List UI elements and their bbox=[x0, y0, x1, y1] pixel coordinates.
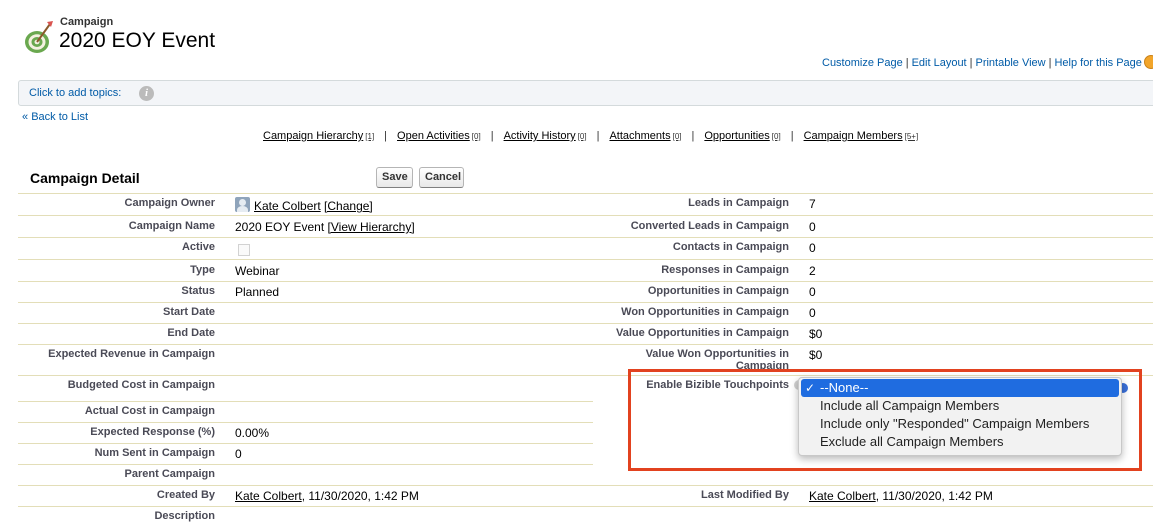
last-modified-link[interactable]: Kate Colbert bbox=[809, 489, 876, 503]
row-divider bbox=[18, 401, 593, 402]
row-divider bbox=[18, 422, 593, 423]
responses-label: Responses in Campaign bbox=[661, 264, 789, 276]
page-links: Customize Page | Edit Layout | Printable Vie… bbox=[822, 57, 1142, 69]
contacts-value: 0 bbox=[809, 241, 816, 255]
row-divider bbox=[18, 237, 1153, 238]
contacts-label: Contacts in Campaign bbox=[672, 241, 789, 253]
printable-view-link[interactable]: Printable View bbox=[975, 57, 1045, 69]
campaign-name-label: Campaign Name bbox=[128, 220, 215, 232]
parent-campaign-label: Parent Campaign bbox=[124, 468, 215, 480]
expected-response-value: 0.00% bbox=[235, 426, 270, 440]
budgeted-cost-label: Budgeted Cost in Campaign bbox=[67, 379, 215, 391]
view-hierarchy-link[interactable]: [View Hierarchy] bbox=[328, 220, 415, 234]
actual-cost-label: Actual Cost in Campaign bbox=[84, 405, 215, 417]
active-label: Active bbox=[181, 241, 215, 253]
end-date-label: End Date bbox=[167, 327, 215, 339]
num-sent-label: Num Sent in Campaign bbox=[94, 447, 215, 459]
last-modified-value: Kate Colbert, 11/30/2020, 1:42 PM bbox=[809, 489, 993, 503]
dropdown-option-none[interactable]: ✓ --None-- bbox=[801, 379, 1119, 397]
owner-link[interactable]: Kate Colbert bbox=[254, 199, 321, 213]
row-divider bbox=[18, 215, 1153, 216]
value-opportunities-value: $0 bbox=[809, 327, 823, 341]
campaign-owner-value: Kate Colbert [Change] bbox=[254, 199, 373, 213]
expected-response-label: Expected Response (%) bbox=[90, 426, 215, 438]
related-link-open-activities[interactable]: Open Activities bbox=[397, 130, 470, 142]
row-divider bbox=[18, 485, 1153, 486]
customize-page-link[interactable]: Customize Page bbox=[822, 57, 903, 69]
related-link-opportunities[interactable]: Opportunities bbox=[704, 130, 769, 142]
bizible-touchpoints-dropdown[interactable]: ✓ --None-- Include all Campaign Members I… bbox=[798, 377, 1122, 456]
object-type-label: Campaign bbox=[60, 16, 114, 28]
edit-layout-link[interactable]: Edit Layout bbox=[912, 57, 967, 69]
checkmark-icon: ✓ bbox=[805, 381, 816, 395]
row-divider bbox=[18, 344, 1153, 345]
dropdown-option-include-all[interactable]: Include all Campaign Members bbox=[799, 397, 1121, 415]
active-checkbox bbox=[238, 244, 250, 256]
row-divider bbox=[18, 323, 1153, 324]
won-opportunities-value: 0 bbox=[809, 306, 816, 320]
leads-value: 7 bbox=[809, 197, 816, 211]
campaign-owner-label: Campaign Owner bbox=[124, 197, 215, 209]
converted-leads-label: Converted Leads in Campaign bbox=[630, 220, 789, 232]
last-modified-label: Last Modified By bbox=[700, 489, 789, 501]
num-sent-value: 0 bbox=[235, 447, 242, 461]
row-divider bbox=[18, 193, 1153, 194]
help-link[interactable]: Help for this Page bbox=[1054, 57, 1141, 69]
opportunities-value: 0 bbox=[809, 285, 816, 299]
row-divider bbox=[18, 506, 1153, 507]
dropdown-option-exclude-all[interactable]: Exclude all Campaign Members bbox=[799, 433, 1121, 451]
change-owner-link[interactable]: [Change] bbox=[324, 199, 373, 213]
info-icon[interactable]: i bbox=[139, 86, 154, 101]
value-opportunities-label: Value Opportunities in Campaign bbox=[616, 327, 789, 339]
back-to-list-link[interactable]: « Back to List bbox=[22, 111, 88, 123]
created-by-label: Created By bbox=[156, 489, 215, 501]
type-value: Webinar bbox=[235, 264, 280, 278]
cancel-button[interactable]: Cancel bbox=[419, 167, 464, 188]
start-date-label: Start Date bbox=[163, 306, 215, 318]
responses-value: 2 bbox=[809, 264, 816, 278]
row-divider bbox=[18, 259, 1153, 260]
type-label: Type bbox=[190, 264, 215, 276]
leads-label: Leads in Campaign bbox=[688, 197, 789, 209]
expected-revenue-label: Expected Revenue in Campaign bbox=[48, 348, 215, 360]
value-won-opportunities-value: $0 bbox=[809, 348, 823, 362]
save-button[interactable]: Save bbox=[376, 167, 413, 188]
row-divider bbox=[18, 302, 1153, 303]
related-link-campaign-hierarchy[interactable]: Campaign Hierarchy bbox=[263, 130, 363, 142]
status-label: Status bbox=[181, 285, 215, 297]
topics-bar: Click to add topics: i bbox=[18, 80, 1153, 106]
related-link-activity-history[interactable]: Activity History bbox=[504, 130, 576, 142]
created-by-value: Kate Colbert, 11/30/2020, 1:42 PM bbox=[235, 489, 419, 503]
campaign-name-value: 2020 EOY Event [View Hierarchy] bbox=[235, 220, 415, 234]
description-label: Description bbox=[154, 510, 215, 522]
related-link-attachments[interactable]: Attachments bbox=[609, 130, 670, 142]
campaign-target-icon bbox=[25, 21, 53, 53]
related-link-campaign-members[interactable]: Campaign Members bbox=[804, 130, 903, 142]
won-opportunities-label: Won Opportunities in Campaign bbox=[621, 306, 789, 318]
status-value: Planned bbox=[235, 285, 280, 299]
row-divider bbox=[18, 443, 593, 444]
opportunities-label: Opportunities in Campaign bbox=[647, 285, 789, 297]
help-icon[interactable] bbox=[1144, 55, 1153, 69]
avatar bbox=[235, 197, 250, 212]
row-divider bbox=[18, 281, 1153, 282]
add-topics-link[interactable]: Click to add topics: bbox=[29, 87, 121, 99]
section-title: Campaign Detail bbox=[30, 170, 140, 186]
row-divider bbox=[18, 464, 593, 465]
created-by-link[interactable]: Kate Colbert bbox=[235, 489, 302, 503]
related-list-links: Campaign Hierarchy [1] | Open Activities [0]… bbox=[263, 130, 919, 142]
page-title: 2020 EOY Event bbox=[59, 29, 216, 52]
converted-leads-value: 0 bbox=[809, 220, 816, 234]
dropdown-option-include-responded[interactable]: Include only "Responded" Campaign Member… bbox=[799, 415, 1121, 433]
